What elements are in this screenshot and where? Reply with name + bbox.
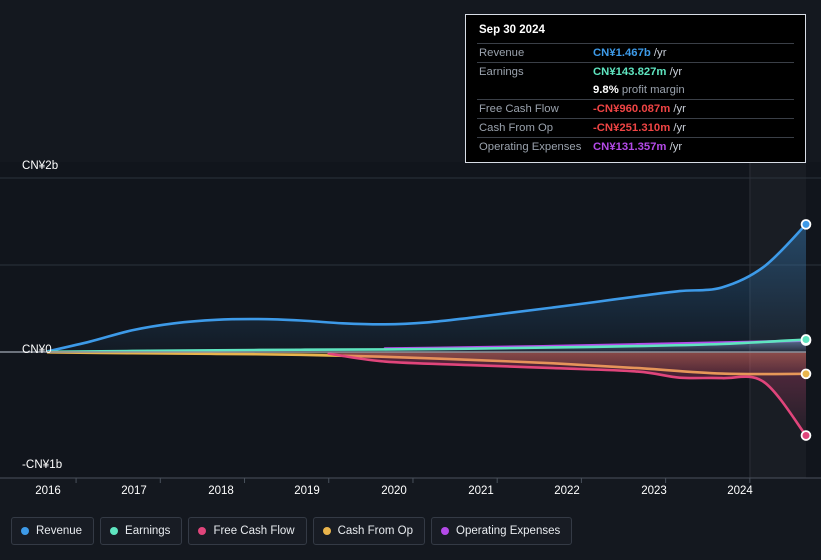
x-axis-label-2024: 2024 — [727, 485, 753, 497]
tooltip-amount-earnings: CN¥143.827m — [593, 66, 666, 78]
x-axis-label-2019: 2019 — [294, 485, 320, 497]
tooltip-unit-earnings: /yr — [670, 66, 683, 78]
legend-label-earnings: Earnings — [125, 525, 170, 537]
financial-chart: CN¥2b CN¥0 -CN¥1b 2016 2017 2018 2019 20… — [0, 0, 821, 560]
tooltip-unit-revenue: /yr — [654, 47, 667, 59]
legend-item-revenue[interactable]: Revenue — [11, 517, 94, 545]
data-tooltip: Sep 30 2024 Revenue CN¥1.467b /yr Earnin… — [465, 14, 806, 163]
x-axis-label-2017: 2017 — [121, 485, 147, 497]
tooltip-value-cash-from-op: -CN¥251.310m /yr — [591, 119, 794, 138]
legend-label-free-cash-flow: Free Cash Flow — [213, 525, 294, 537]
x-axis-label-2022: 2022 — [554, 485, 580, 497]
tooltip-row-revenue: Revenue CN¥1.467b /yr — [477, 44, 794, 63]
tooltip-key-earnings: Earnings — [477, 63, 591, 82]
tooltip-row-earnings: Earnings CN¥143.827m /yr — [477, 63, 794, 82]
chart-legend: Revenue Earnings Free Cash Flow Cash Fro… — [11, 517, 572, 545]
tooltip-amount-cash-from-op: -CN¥251.310m — [593, 122, 670, 134]
tooltip-key-profit-margin — [477, 81, 591, 100]
tooltip-unit-profit-margin: profit margin — [622, 84, 685, 96]
tooltip-row-profit-margin: 9.8% profit margin — [477, 81, 794, 100]
tooltip-key-revenue: Revenue — [477, 44, 591, 63]
legend-dot-operating-expenses-icon — [441, 527, 449, 535]
tooltip-amount-profit-margin: 9.8% — [593, 84, 619, 96]
tooltip-unit-operating-expenses: /yr — [670, 141, 683, 153]
tooltip-amount-free-cash-flow: -CN¥960.087m — [593, 103, 670, 115]
endpoint-marker-free-cash-flow[interactable] — [802, 431, 811, 440]
legend-label-revenue: Revenue — [36, 525, 82, 537]
tooltip-value-operating-expenses: CN¥131.357m /yr — [591, 138, 794, 157]
tooltip-value-earnings: CN¥143.827m /yr — [591, 63, 794, 82]
endpoint-marker-earnings[interactable] — [802, 335, 811, 344]
legend-dot-cash-from-op-icon — [323, 527, 331, 535]
endpoint-marker-revenue[interactable] — [802, 220, 811, 229]
tooltip-key-operating-expenses: Operating Expenses — [477, 138, 591, 157]
tooltip-value-free-cash-flow: -CN¥960.087m /yr — [591, 100, 794, 119]
x-axis-label-2023: 2023 — [641, 485, 667, 497]
legend-item-free-cash-flow[interactable]: Free Cash Flow — [188, 517, 306, 545]
legend-label-cash-from-op: Cash From Op — [338, 525, 413, 537]
tooltip-unit-free-cash-flow: /yr — [673, 103, 686, 115]
x-axis-label-2020: 2020 — [381, 485, 407, 497]
x-axis-label-2021: 2021 — [468, 485, 494, 497]
x-axis-label-2018: 2018 — [208, 485, 234, 497]
legend-label-operating-expenses: Operating Expenses — [456, 525, 560, 537]
tooltip-key-cash-from-op: Cash From Op — [477, 119, 591, 138]
tooltip-row-operating-expenses: Operating Expenses CN¥131.357m /yr — [477, 138, 794, 157]
tooltip-table: Revenue CN¥1.467b /yr Earnings CN¥143.82… — [477, 43, 794, 156]
tooltip-unit-cash-from-op: /yr — [673, 122, 686, 134]
tooltip-value-profit-margin: 9.8% profit margin — [591, 81, 794, 100]
tooltip-date: Sep 30 2024 — [477, 23, 794, 43]
legend-item-cash-from-op[interactable]: Cash From Op — [313, 517, 425, 545]
tooltip-amount-operating-expenses: CN¥131.357m — [593, 141, 666, 153]
tooltip-key-free-cash-flow: Free Cash Flow — [477, 100, 591, 119]
tooltip-value-revenue: CN¥1.467b /yr — [591, 44, 794, 63]
legend-dot-free-cash-flow-icon — [198, 527, 206, 535]
legend-item-operating-expenses[interactable]: Operating Expenses — [431, 517, 572, 545]
endpoint-marker-cash-from-op[interactable] — [802, 369, 811, 378]
legend-dot-revenue-icon — [21, 527, 29, 535]
x-axis-label-2016: 2016 — [35, 485, 61, 497]
legend-item-earnings[interactable]: Earnings — [100, 517, 182, 545]
tooltip-row-cash-from-op: Cash From Op -CN¥251.310m /yr — [477, 119, 794, 138]
tooltip-amount-revenue: CN¥1.467b — [593, 47, 651, 59]
tooltip-row-free-cash-flow: Free Cash Flow -CN¥960.087m /yr — [477, 100, 794, 119]
legend-dot-earnings-icon — [110, 527, 118, 535]
